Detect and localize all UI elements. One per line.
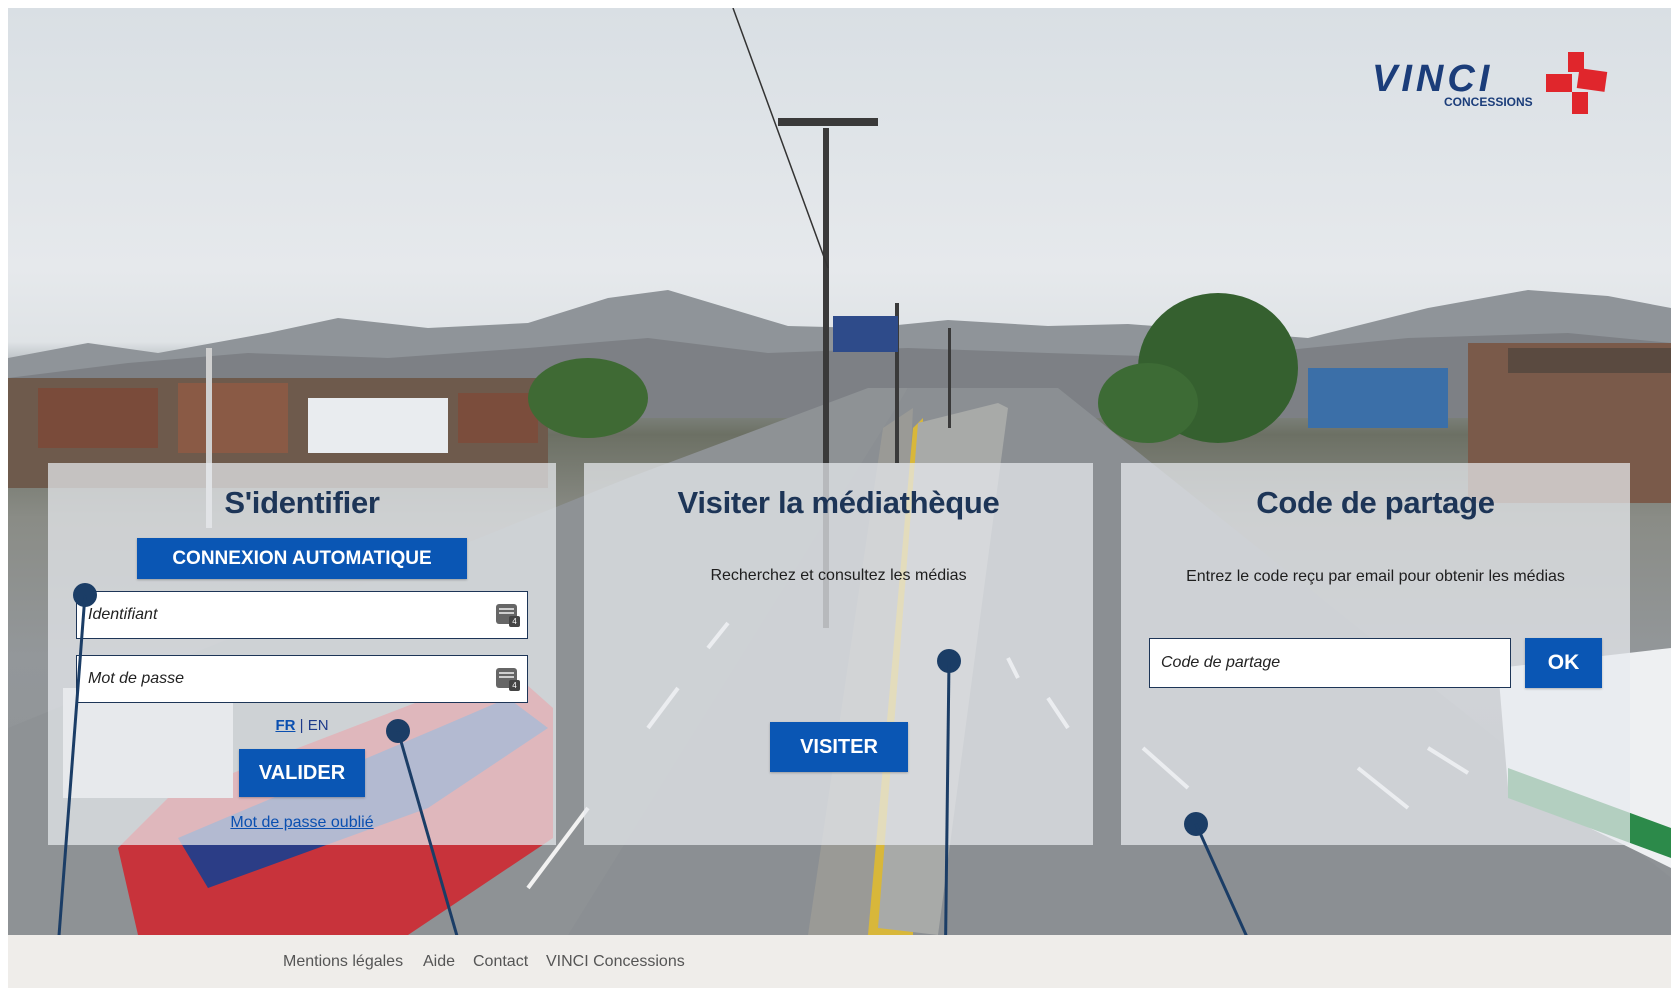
vinci-concessions-logo: VINCI CONCESSIONS xyxy=(1372,52,1612,116)
footer-link-legal[interactable]: Mentions légales xyxy=(283,953,403,971)
lang-fr-link[interactable]: FR xyxy=(275,717,295,734)
virtual-keyboard-icon[interactable]: 4 xyxy=(496,668,520,691)
media-description: Recherchez et consultez les médias xyxy=(710,567,967,584)
auto-login-button[interactable]: CONNEXION AUTOMATIQUE xyxy=(137,538,467,579)
share-description: Entrez le code reçu par email pour obten… xyxy=(1186,568,1565,585)
lang-en-link[interactable]: EN xyxy=(308,717,329,734)
password-input[interactable] xyxy=(76,655,528,703)
language-switch: FR | EN xyxy=(48,717,556,734)
vinci-logo-mark-icon xyxy=(1546,52,1608,114)
callout-dot xyxy=(386,719,410,743)
visit-button[interactable]: VISITER xyxy=(770,722,908,772)
virtual-keyboard-icon[interactable]: 4 xyxy=(496,604,520,627)
callout-dot xyxy=(73,583,97,607)
callout-dot xyxy=(937,649,961,673)
login-panel: S'identifier CONNEXION AUTOMATIQUE 4 4 F… xyxy=(48,463,556,845)
footer-link-help[interactable]: Aide xyxy=(423,953,455,971)
footer-link-vinci[interactable]: VINCI Concessions xyxy=(546,953,685,971)
footer-link-contact[interactable]: Contact xyxy=(473,953,528,971)
forgot-password-link[interactable]: Mot de passe oublié xyxy=(48,814,556,832)
footer: Mentions légales Aide Contact VINCI Conc… xyxy=(8,935,1671,988)
callout-dot xyxy=(1184,812,1208,836)
login-title: S'identifier xyxy=(224,485,380,520)
submit-button[interactable]: VALIDER xyxy=(239,749,365,797)
media-library-panel: Visiter la médiathèque Recherchez et con… xyxy=(584,463,1093,845)
logo-tagline: CONCESSIONS xyxy=(1444,95,1533,109)
media-title: Visiter la médiathèque xyxy=(677,485,1000,520)
lang-separator: | xyxy=(299,717,304,734)
share-title: Code de partage xyxy=(1256,485,1495,520)
share-code-input[interactable] xyxy=(1149,638,1511,688)
share-ok-button[interactable]: OK xyxy=(1525,638,1602,688)
share-code-panel: Code de partage Entrez le code reçu par … xyxy=(1121,463,1630,845)
username-input[interactable] xyxy=(76,591,528,639)
